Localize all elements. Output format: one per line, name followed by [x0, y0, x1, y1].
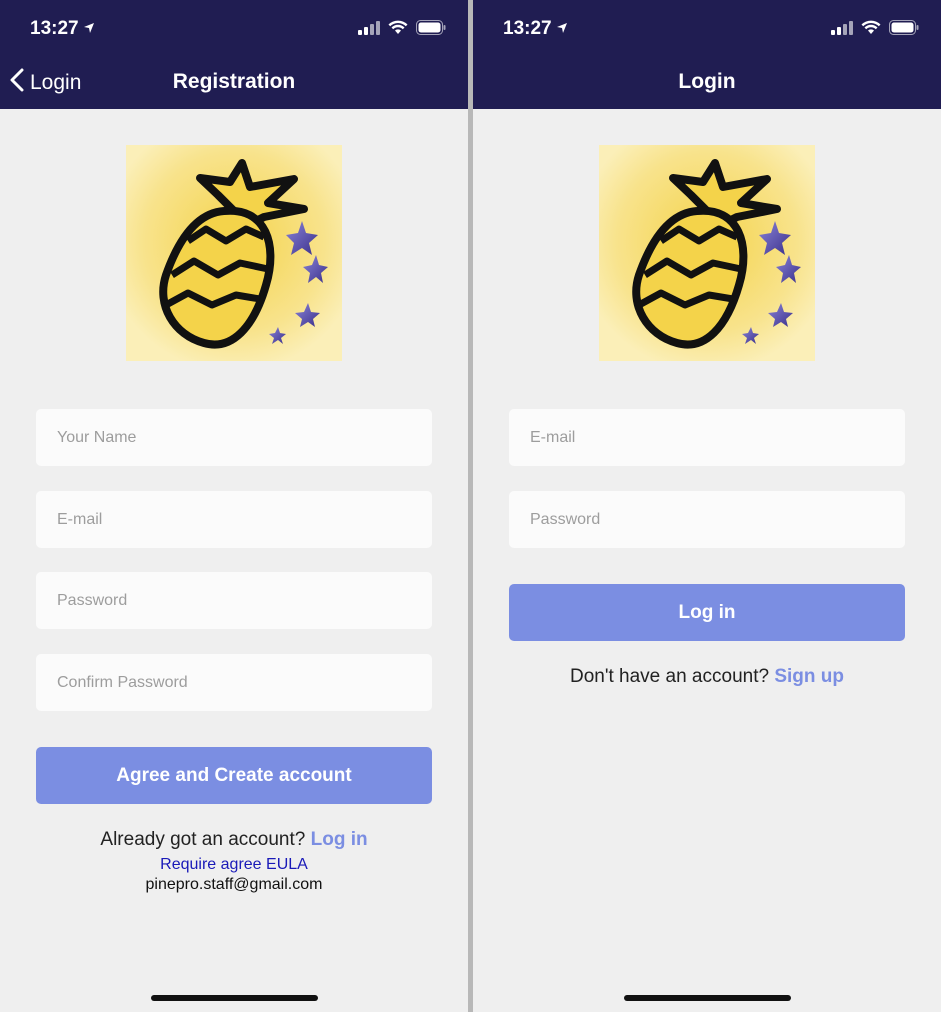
pineapple-logo	[126, 145, 342, 361]
confirm-password-input[interactable]	[55, 672, 432, 693]
confirm-password-field[interactable]	[36, 654, 432, 711]
status-time-text: 13:27	[503, 18, 552, 39]
home-indicator[interactable]	[624, 995, 791, 1001]
home-indicator[interactable]	[151, 995, 318, 1001]
status-bar-time: 13:27	[30, 18, 95, 40]
login-prompt: Already got an account? Log in	[0, 829, 468, 851]
cellular-signal-icon	[831, 20, 853, 40]
navigation-bar: 13:27 Login Registration	[0, 0, 468, 109]
signup-link[interactable]: Sign up	[774, 666, 844, 687]
battery-icon	[889, 20, 919, 40]
registration-screen: 13:27 Login Registration Your Name E-mai…	[0, 0, 468, 1012]
email-field[interactable]	[36, 491, 432, 548]
no-account-text: Don't have an account?	[570, 666, 770, 687]
location-arrow-icon	[83, 18, 95, 40]
already-account-text: Already got an account?	[100, 829, 306, 850]
wifi-icon	[388, 20, 408, 40]
signup-prompt: Don't have an account? Sign up	[473, 666, 941, 688]
battery-icon	[416, 20, 446, 40]
login-button[interactable]: Log in	[509, 584, 905, 641]
eula-link[interactable]: Require agree EULA	[0, 856, 468, 874]
login-screen: 13:27 Login Log in Don't have an account	[473, 0, 941, 1012]
password-field[interactable]	[509, 491, 905, 548]
page-title: Login	[678, 70, 736, 93]
wifi-icon	[861, 20, 881, 40]
name-input[interactable]	[55, 427, 432, 448]
email-field[interactable]	[509, 409, 905, 466]
login-link[interactable]: Log in	[311, 829, 368, 850]
email-input[interactable]	[528, 427, 905, 448]
password-input[interactable]	[55, 590, 432, 611]
password-input[interactable]	[528, 509, 905, 530]
page-title: Registration	[172, 70, 296, 93]
navigation-bar: 13:27 Login	[473, 0, 941, 109]
contact-email: pinepro.staff@gmail.com	[145, 876, 323, 893]
name-field[interactable]	[36, 409, 432, 466]
pineapple-logo	[599, 145, 815, 361]
cellular-signal-icon	[358, 20, 380, 40]
password-field[interactable]	[36, 572, 432, 629]
email-input[interactable]	[55, 509, 432, 530]
status-icons	[358, 20, 446, 40]
status-bar-time: 13:27	[503, 18, 568, 40]
status-icons	[831, 20, 919, 40]
create-account-button[interactable]: Agree and Create account	[36, 747, 432, 804]
location-arrow-icon	[556, 18, 568, 40]
status-time-text: 13:27	[30, 18, 79, 39]
